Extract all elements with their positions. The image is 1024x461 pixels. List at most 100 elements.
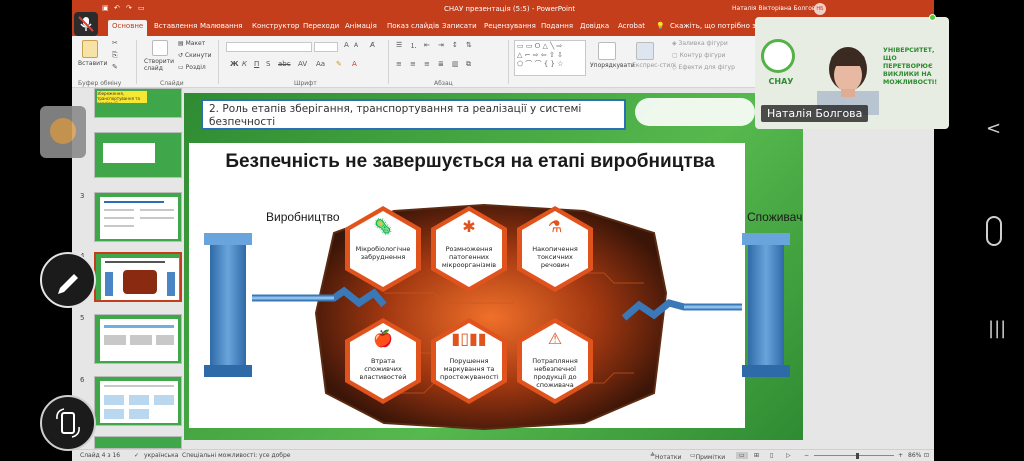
thumbnail-slide-6[interactable] [94,376,182,426]
shape-outline-button[interactable]: ▢ Контур фігури [672,52,725,59]
new-slide-icon[interactable] [152,40,168,56]
font-family-select[interactable] [226,42,312,52]
reset-button[interactable]: ↺ Скинути [178,52,212,59]
layout-label: Макет [185,40,206,47]
hexagon-card[interactable]: ▮▯▮▮ Порушення маркування та простежувано… [430,317,508,405]
case-icon[interactable]: Aa [316,60,325,68]
grow-font-icon[interactable]: A [344,41,349,49]
annotate-button[interactable] [40,252,96,308]
thumbnail-slide-3[interactable] [94,192,182,242]
bold-icon[interactable]: Ж [230,60,239,68]
zoom-slider-thumb[interactable] [856,453,859,459]
shrink-font-icon[interactable]: A [354,42,358,49]
thumbnail-slide-7[interactable] [94,436,182,449]
thumbnail-slide-2[interactable] [94,132,182,178]
hexagon-card[interactable]: 🍎 Втрата споживчих властивостей [344,317,422,405]
indent-decrease-icon[interactable]: ⇤ [424,41,430,49]
arrange-icon[interactable] [598,42,616,60]
hexagon-card[interactable]: ⚗ Накопичення токсичних речовин [516,205,594,293]
new-slide-label[interactable]: Створити слайд [144,58,178,72]
slide[interactable]: 2. Роль етапів зберігання, транспортуван… [184,93,803,440]
copy-icon[interactable]: ⎘ [112,51,118,60]
undo-icon[interactable]: ↶ [114,4,120,12]
slideshow-view-icon[interactable]: ▷ [786,452,791,459]
reading-view-icon[interactable]: ▯ [770,452,773,459]
format-painter-icon[interactable]: ✎ [112,63,118,71]
thumbnail-slide-1[interactable]: збереження, транспортування та реалізаці… [94,88,182,118]
thumbnail-slide-5[interactable] [94,314,182,364]
redo-icon[interactable]: ↷ [126,4,132,12]
tab-animations[interactable]: Анімація [345,22,377,30]
quick-styles-label[interactable]: Експрес-стилі [632,62,676,69]
zoom-out-icon[interactable]: − [804,452,809,459]
assistive-touch-button[interactable] [40,106,86,158]
language[interactable]: українська [144,452,178,459]
shadow-icon[interactable]: S [266,60,270,68]
spellcheck-icon[interactable]: ✓ [134,452,139,459]
tab-transitions[interactable]: Переходи [303,22,339,30]
zoom-level[interactable]: 86% [908,452,921,459]
numbering-icon[interactable]: ⒈ [410,41,417,51]
hexagon-card[interactable]: ✱ Розмноження патогенних мікроорганізмів [430,205,508,293]
normal-view-icon[interactable]: ▭ [736,452,748,459]
highlight-icon[interactable]: ✎ [336,60,342,68]
shape-fill-button[interactable]: ◈ Заливка фігури [672,40,728,47]
tab-view[interactable]: Подання [541,22,573,30]
text-direction-icon[interactable]: ⇅ [466,41,472,49]
webcam-overlay[interactable]: СНАУ Університет, що перетворює виклики … [755,17,949,129]
paste-icon[interactable] [82,40,98,58]
home-pill-icon[interactable] [986,216,1002,246]
recent-apps-icon[interactable]: ||| [988,318,1006,339]
align-center-icon[interactable]: ≡ [410,60,416,68]
notes-button[interactable]: ≙ Нотатки [650,452,681,461]
fit-to-window-icon[interactable]: ⊡ [924,452,929,459]
hexagon-card[interactable]: 🦠 Мікробіологічне забруднення [344,205,422,293]
align-left-icon[interactable]: ≡ [396,60,402,68]
shape-effects-button[interactable]: ◇ Ефекти для фігур [672,64,735,71]
align-right-icon[interactable]: ≡ [424,60,430,68]
zoom-in-icon[interactable]: + [898,452,903,459]
tab-insert[interactable]: Вставлення [154,22,197,30]
arrange-label[interactable]: Упорядкувати [590,62,635,69]
bullets-icon[interactable]: ☰ [396,41,402,49]
tab-design[interactable]: Конструктор [252,22,299,30]
line-spacing-icon[interactable]: ↕ [452,41,458,49]
zoom-slider[interactable] [814,455,894,456]
avatar[interactable]: НБ [814,3,826,15]
cut-icon[interactable]: ✂ [112,39,118,47]
present-icon[interactable]: ▭ [138,4,145,12]
layout-button[interactable]: ▤ Макет [178,40,205,47]
quick-styles-icon[interactable] [636,42,654,60]
sorter-view-icon[interactable]: ⊞ [754,452,759,459]
thumbnail-line [104,201,164,203]
tab-review[interactable]: Рецензування [484,22,536,30]
back-chevron-icon[interactable]: < [986,118,1001,139]
indent-increase-icon[interactable]: ⇥ [438,41,444,49]
font-color-icon[interactable]: A [352,60,357,68]
paste-label[interactable]: Вставити [78,60,107,67]
smartart-icon[interactable]: ⧉ [466,60,471,69]
tab-help[interactable]: Довідка [580,22,609,30]
tab-slideshow[interactable]: Показ слайдів [387,22,439,30]
strikethrough-icon[interactable]: abc [278,60,291,68]
justify-icon[interactable]: ≣ [438,60,444,68]
tab-draw[interactable]: Малювання [200,22,242,30]
columns-icon[interactable]: ▥ [452,60,459,68]
font-size-select[interactable] [314,42,338,52]
spacing-icon[interactable]: AV [298,60,307,68]
accessibility-status[interactable]: Спеціальні можливості: усе добре [182,452,291,459]
tab-home[interactable]: Основне [108,20,148,36]
save-icon[interactable]: ▣ [102,4,109,12]
section-button[interactable]: ▭ Розділ [178,64,206,71]
shapes-gallery[interactable]: ▭ ▭ ⭘ △ ╲ ⇨ △ ⌐ ⇨ ⇦ ⇧ ⇩ ⬠ ⌒ ⌒ { } ☆ [514,40,586,76]
clear-format-icon[interactable]: A̸ [370,41,375,49]
comments-button[interactable]: ▭ Примітки [690,452,725,461]
mic-muted-button[interactable] [74,12,98,36]
underline-icon[interactable]: П [254,60,259,68]
tab-acrobat[interactable]: Acrobat [618,22,645,30]
thumbnail-slide-4[interactable] [94,252,182,302]
rotate-screen-button[interactable] [40,395,96,451]
tab-record[interactable]: Записати [442,22,477,30]
hexagon-card[interactable]: ⚠ Потрапляння небезпечної продукції до сп… [516,317,594,405]
italic-icon[interactable]: К [242,60,247,68]
